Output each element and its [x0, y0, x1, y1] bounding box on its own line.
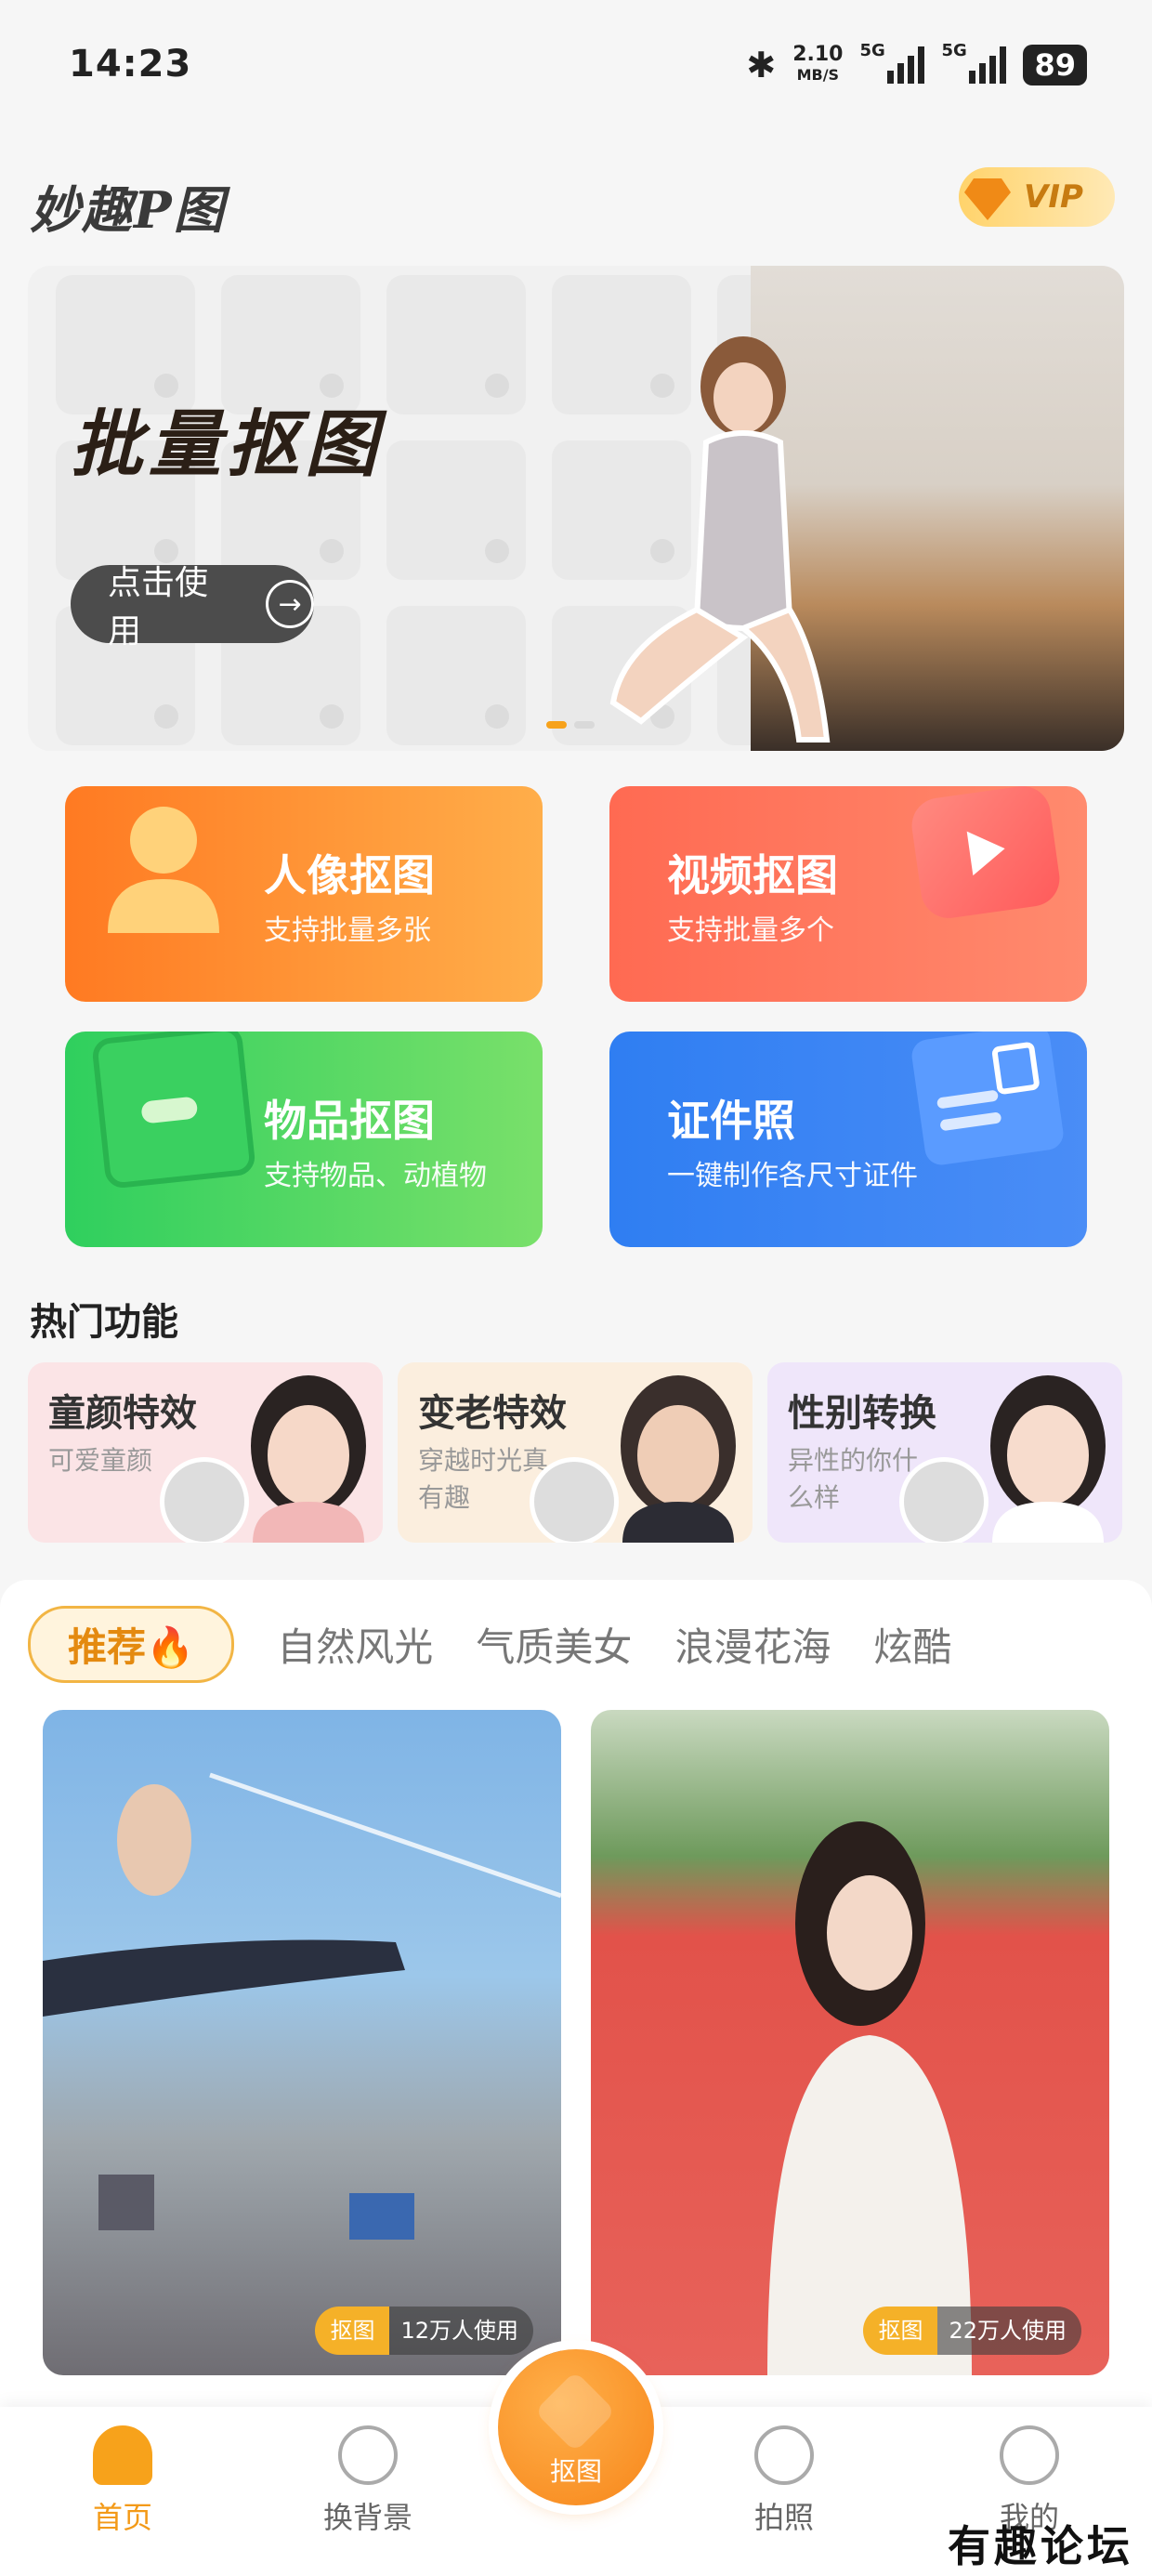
net-speed: 2.10 MB/S: [792, 45, 843, 85]
usage-count: 22万人使用: [937, 2307, 1081, 2355]
hot-functions-title: 热门功能: [30, 1301, 178, 1344]
template-card[interactable]: 抠图 22万人使用: [591, 1710, 1109, 2375]
hot-item-aging[interactable]: 变老特效 穿越时光真有趣: [398, 1362, 753, 1543]
tag-label: 抠图: [315, 2307, 390, 2355]
id-photo-card[interactable]: 证件照 一键制作各尺寸证件: [609, 1032, 1087, 1247]
category-tabs: 推荐🔥 自然风光 气质美女 浪漫花海 炫酷: [28, 1606, 1152, 1683]
portrait-icon: [108, 807, 219, 933]
background-icon: [338, 2425, 398, 2485]
banner-pagination: [546, 721, 595, 729]
tag-label: 抠图: [863, 2307, 938, 2355]
vip-label: VIP: [1024, 178, 1083, 216]
tab-cool[interactable]: 炫酷: [873, 1616, 951, 1673]
magic-wand-icon: [534, 2371, 616, 2452]
hot-item-title: 童颜特效: [48, 1392, 197, 1435]
tab-beauty[interactable]: 气质美女: [476, 1616, 632, 1673]
tab-recommend[interactable]: 推荐🔥: [28, 1606, 235, 1683]
signal-label-2: 5G: [941, 41, 967, 60]
portrait-cutout-card[interactable]: 人像抠图 支持批量多张: [65, 786, 543, 1002]
banner-button-label: 点击使用: [108, 564, 209, 651]
hot-item-desc: 异性的你什么样: [788, 1445, 919, 1513]
hot-item-desc: 可爱童颜: [48, 1445, 153, 1476]
airplane-template-image: [43, 1772, 561, 2240]
hot-item-child-face[interactable]: 童颜特效 可爱童颜: [28, 1362, 383, 1543]
before-avatar: [899, 1457, 988, 1543]
vip-button[interactable]: VIP: [959, 167, 1115, 227]
cutout-fab-button[interactable]: 抠图: [498, 2349, 654, 2505]
smile-face-icon: [1000, 2425, 1059, 2485]
net-speed-unit: MB/S: [796, 66, 840, 84]
camera-icon: [754, 2425, 814, 2485]
status-bar: 14:23 ✱ 2.10 MB/S 5G 5G 89: [0, 0, 1152, 139]
tulip-template-image: [767, 1821, 972, 2375]
status-icons: ✱ 2.10 MB/S 5G 5G 89: [746, 41, 1087, 85]
forum-watermark: 有趣论坛: [948, 2521, 1133, 2571]
usage-count: 12万人使用: [389, 2307, 533, 2355]
before-avatar: [160, 1457, 249, 1543]
net-speed-value: 2.10: [792, 43, 844, 66]
id-card-icon: [910, 1032, 1066, 1167]
video-cutout-card[interactable]: 视频抠图 支持批量多个: [609, 786, 1087, 1002]
diamond-icon: [964, 178, 1011, 220]
nav-photo[interactable]: 拍照: [710, 2425, 858, 2537]
app-logo: 妙趣P图: [30, 180, 226, 240]
box-icon: [90, 1032, 257, 1190]
usage-tag: 抠图 22万人使用: [863, 2307, 1081, 2355]
object-cutout-card[interactable]: 物品抠图 支持物品、动植物: [65, 1032, 543, 1247]
nav-label: 换背景: [322, 2500, 412, 2535]
home-icon: [93, 2425, 152, 2485]
tab-flowers[interactable]: 浪漫花海: [674, 1616, 831, 1673]
card-title: 人像抠图: [264, 850, 435, 900]
banner-use-button[interactable]: 点击使用 →: [71, 564, 314, 651]
nav-home[interactable]: 首页: [48, 2425, 197, 2537]
template-card[interactable]: 抠图 12万人使用: [43, 1710, 561, 2375]
hot-item-desc: 穿越时光真有趣: [418, 1445, 549, 1513]
bluetooth-icon: ✱: [746, 45, 777, 85]
card-subtitle: 一键制作各尺寸证件: [667, 1160, 918, 1192]
card-subtitle: 支持批量多张: [264, 914, 431, 947]
signal-label: 5G: [859, 41, 885, 60]
usage-tag: 抠图 12万人使用: [315, 2307, 533, 2355]
nav-change-background[interactable]: 换背景: [294, 2425, 442, 2537]
banner-title: 批量抠图: [71, 402, 384, 487]
signal-icon-2: 5G: [941, 41, 1007, 84]
arrow-right-icon: →: [266, 580, 314, 628]
hot-item-gender-swap[interactable]: 性别转换 异性的你什么样: [767, 1362, 1122, 1543]
card-subtitle: 支持批量多个: [667, 914, 834, 947]
card-subtitle: 支持物品、动植物: [264, 1160, 487, 1192]
card-title: 物品抠图: [264, 1096, 435, 1146]
play-video-icon: [908, 786, 1064, 922]
tab-nature[interactable]: 自然风光: [277, 1616, 433, 1673]
nav-label: 拍照: [753, 2500, 814, 2535]
status-time: 14:23: [69, 43, 192, 85]
before-avatar: [530, 1457, 619, 1543]
card-title: 证件照: [667, 1096, 795, 1146]
battery-indicator: 89: [1023, 45, 1087, 85]
promo-banner[interactable]: 批量抠图 点击使用 →: [28, 266, 1124, 751]
hot-item-title: 变老特效: [418, 1392, 567, 1435]
nav-label: 首页: [92, 2500, 152, 2535]
fab-label: 抠图: [549, 2456, 602, 2487]
hot-item-title: 性别转换: [788, 1392, 936, 1435]
card-title: 视频抠图: [667, 850, 838, 900]
banner-model-image: [609, 336, 831, 743]
signal-icon: 5G: [859, 41, 925, 84]
